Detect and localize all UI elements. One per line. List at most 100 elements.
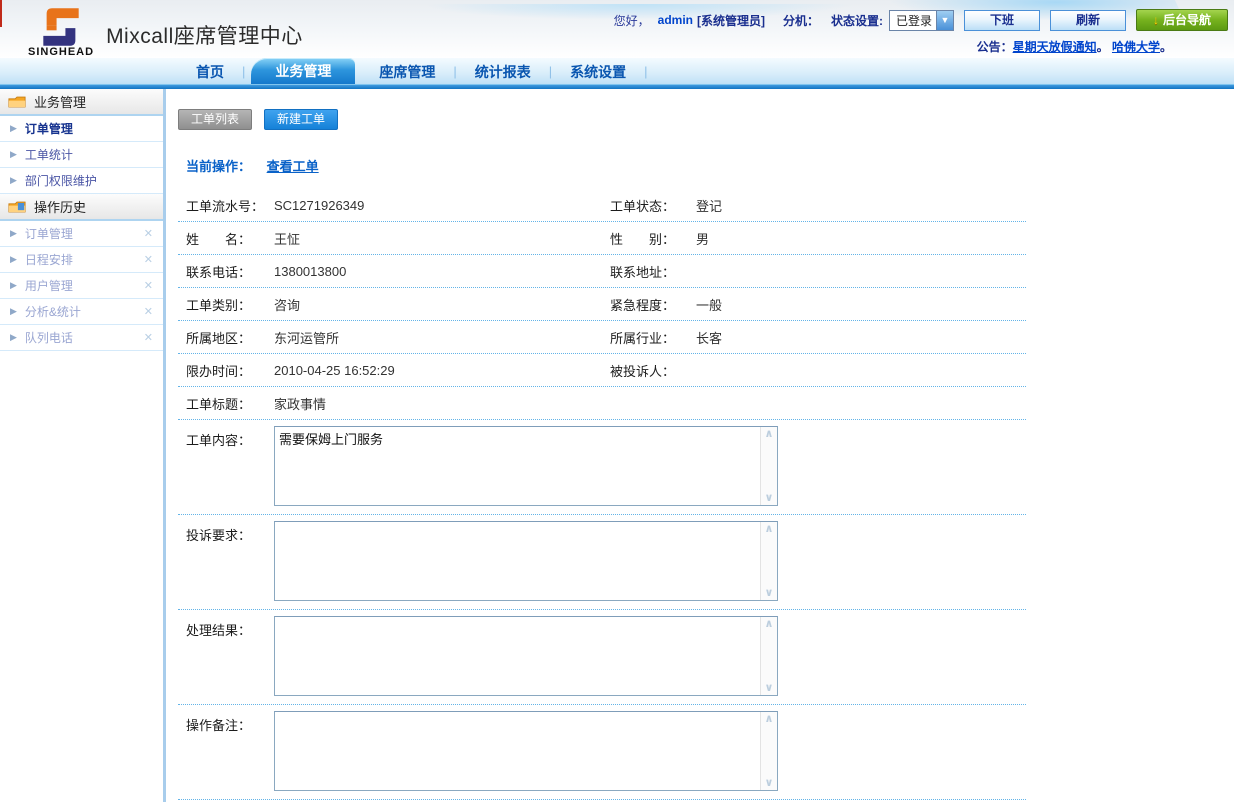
brand: SINGHEAD Mixcall座席管理中心 [28,6,303,58]
form-row-phone-address: 联系电话： 1380013800 联系地址： [178,255,1026,288]
sidebar-item-label: 工单统计 [25,146,73,163]
scroll-up-icon[interactable]: ∧ [765,617,774,631]
header: SINGHEAD Mixcall座席管理中心 您好， admin [系统管理员]… [0,0,1234,58]
tab-business-mgmt[interactable]: 业务管理 [251,58,355,84]
singhead-logo-icon [38,6,84,48]
greeting-text: 您好， [614,12,650,29]
down-arrow-icon: ↓ [1153,13,1159,27]
urgency-value: 一般 [696,295,1026,314]
close-icon[interactable]: ✕ [144,305,153,318]
phone-value: 1380013800 [274,264,610,279]
scrollbar[interactable]: ∧ ∨ [760,617,777,695]
tab-stats-report[interactable]: 统计报表 [457,60,549,84]
bullet-arrow-icon: ▶ [10,228,17,239]
logo-text: SINGHEAD [28,46,94,58]
bullet-arrow-icon: ▶ [10,254,17,265]
backend-nav-button[interactable]: ↓ 后台导航 [1136,9,1228,31]
scroll-up-icon[interactable]: ∧ [765,427,774,441]
complaint-request-textarea[interactable] [274,521,778,601]
content-textarea[interactable]: 需要保姆上门服务 [274,426,778,506]
sidebar-hist-analysis-stats[interactable]: ▶ 分析&统计 ✕ [0,299,163,325]
sidebar-item-label: 订单管理 [25,120,73,137]
operation-remark-textarea[interactable] [274,711,778,791]
new-workorder-button[interactable]: 新建工单 [264,109,338,130]
sidebar-item-dept-permission[interactable]: ▶ 部门权限维护 [0,168,163,194]
sidebar-hist-order-mgmt[interactable]: ▶ 订单管理 ✕ [0,221,163,247]
notice-bar: 公告：星期天放假通知。 哈佛大学。 [977,38,1172,55]
status-bar: 您好， admin [系统管理员] 分机： 状态设置: 已登录 ▼ 下班 刷新 … [614,9,1228,31]
tab-home[interactable]: 首页 [178,60,242,84]
gender-value: 男 [696,229,1026,248]
sidebar-group-title: 操作历史 [34,197,86,216]
content-textarea-wrap: 需要保姆上门服务 ∧ ∨ [274,426,778,506]
user-role: [系统管理员] [697,12,765,29]
close-icon[interactable]: ✕ [144,227,153,240]
tab-system-settings[interactable]: 系统设置 [552,60,644,84]
scroll-down-icon[interactable]: ∨ [765,491,774,505]
title-value: 家政事情 [274,394,1026,413]
sidebar-hist-user-mgmt[interactable]: ▶ 用户管理 ✕ [0,273,163,299]
chevron-down-icon[interactable]: ▼ [936,11,953,30]
sidebar-hist-schedule[interactable]: ▶ 日程安排 ✕ [0,247,163,273]
scroll-down-icon[interactable]: ∨ [765,776,774,790]
bullet-arrow-icon: ▶ [10,280,17,291]
sidebar-item-label: 日程安排 [25,251,73,268]
notice-label: 公告： [977,40,1013,54]
close-icon[interactable]: ✕ [144,279,153,292]
sidebar-group-history[interactable]: 操作历史 [0,194,163,221]
scroll-up-icon[interactable]: ∧ [765,712,774,726]
sidebar-item-workorder-stats[interactable]: ▶ 工单统计 [0,142,163,168]
close-icon[interactable]: ✕ [144,253,153,266]
address-label: 联系地址： [610,262,696,281]
status-set-label: 状态设置: [831,12,883,29]
serial-label: 工单流水号： [186,196,274,215]
workorder-list-button[interactable]: 工单列表 [178,109,252,130]
remark-textarea-wrap: ∧ ∨ [274,711,778,791]
form-row-handle-result: 处理结果： ∧ ∨ [178,610,1026,705]
handle-result-label: 处理结果： [186,616,274,696]
current-operation-label: 当前操作： [186,159,251,174]
workorder-form: 工单流水号： SC1271926349 工单状态： 登记 姓 名： 王怔 性 别… [178,189,1026,802]
operation-remark-label: 操作备注： [186,711,274,791]
login-status-select[interactable]: 已登录 ▼ [889,10,954,31]
scroll-up-icon[interactable]: ∧ [765,522,774,536]
notice-dot: 。 [1160,40,1172,54]
backend-nav-label: 后台导航 [1163,13,1211,27]
tab-seat-mgmt[interactable]: 座席管理 [361,60,453,84]
form-row-content: 工单内容： 需要保姆上门服务 ∧ ∨ [178,420,1026,515]
industry-value: 长客 [696,328,1026,347]
category-value: 咨询 [274,295,610,314]
sidebar-hist-queue-calls[interactable]: ▶ 队列电话 ✕ [0,325,163,351]
scroll-down-icon[interactable]: ∨ [765,681,774,695]
sidebar-group-business[interactable]: 业务管理 [0,89,163,116]
refresh-button[interactable]: 刷新 [1050,10,1126,31]
form-row-deadline-accused: 限办时间： 2010-04-25 16:52:29 被投诉人： [178,354,1026,387]
sidebar-item-label: 用户管理 [25,277,73,294]
sidebar-group-title: 业务管理 [34,92,86,111]
complaint-textarea-wrap: ∧ ∨ [274,521,778,601]
current-operation-value[interactable]: 查看工单 [267,159,319,174]
sidebar-item-label: 订单管理 [25,225,73,242]
scrollbar[interactable]: ∧ ∨ [760,427,777,505]
serial-value: SC1271926349 [274,198,610,213]
toolbar: 工单列表 新建工单 [178,109,1234,130]
sidebar-item-order-mgmt[interactable]: ▶ 订单管理 [0,116,163,142]
form-row-name-gender: 姓 名： 王怔 性 别： 男 [178,222,1026,255]
sidebar-item-label: 部门权限维护 [25,172,97,189]
form-row-operation-remark: 操作备注： ∧ ∨ [178,705,1026,800]
notice-link-harvard[interactable]: 哈佛大学 [1112,40,1160,54]
off-duty-button[interactable]: 下班 [964,10,1040,31]
username: admin [658,13,693,27]
close-icon[interactable]: ✕ [144,331,153,344]
folder-history-icon [8,200,26,214]
current-operation: 当前操作： 查看工单 [186,156,1234,175]
scrollbar[interactable]: ∧ ∨ [760,522,777,600]
app-title: Mixcall座席管理中心 [106,20,303,50]
notice-link-holiday[interactable]: 星期天放假通知 [1013,40,1097,54]
scroll-down-icon[interactable]: ∨ [765,586,774,600]
gender-label: 性 别： [610,229,696,248]
scrollbar[interactable]: ∧ ∨ [760,712,777,790]
region-value: 东河运管所 [274,328,610,347]
form-row-category-urgency: 工单类别： 咨询 紧急程度： 一般 [178,288,1026,321]
handle-result-textarea[interactable] [274,616,778,696]
